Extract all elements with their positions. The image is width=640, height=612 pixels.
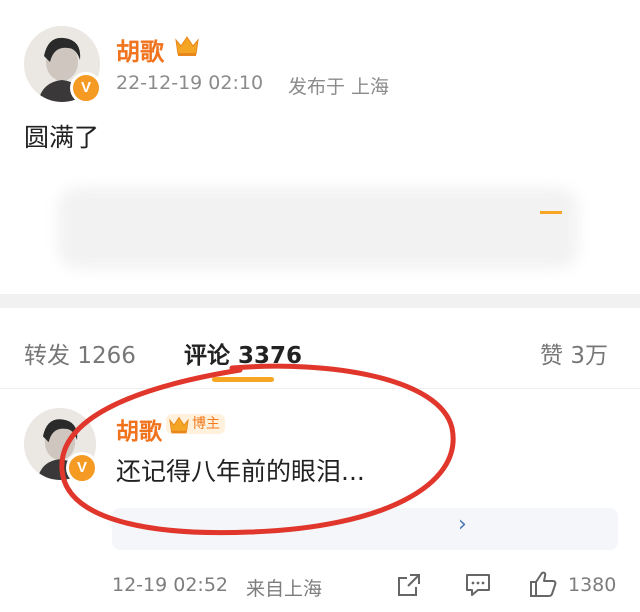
comment-icon[interactable] bbox=[464, 572, 492, 598]
comment-location: 来自上海 bbox=[246, 578, 323, 600]
share-icon[interactable] bbox=[396, 572, 422, 598]
comment-timestamp: 12-19 02:52 bbox=[112, 574, 229, 596]
comment-like-count: 1380 bbox=[568, 574, 617, 596]
red-annotation-circle bbox=[59, 363, 456, 536]
like-icon[interactable] bbox=[528, 570, 558, 598]
